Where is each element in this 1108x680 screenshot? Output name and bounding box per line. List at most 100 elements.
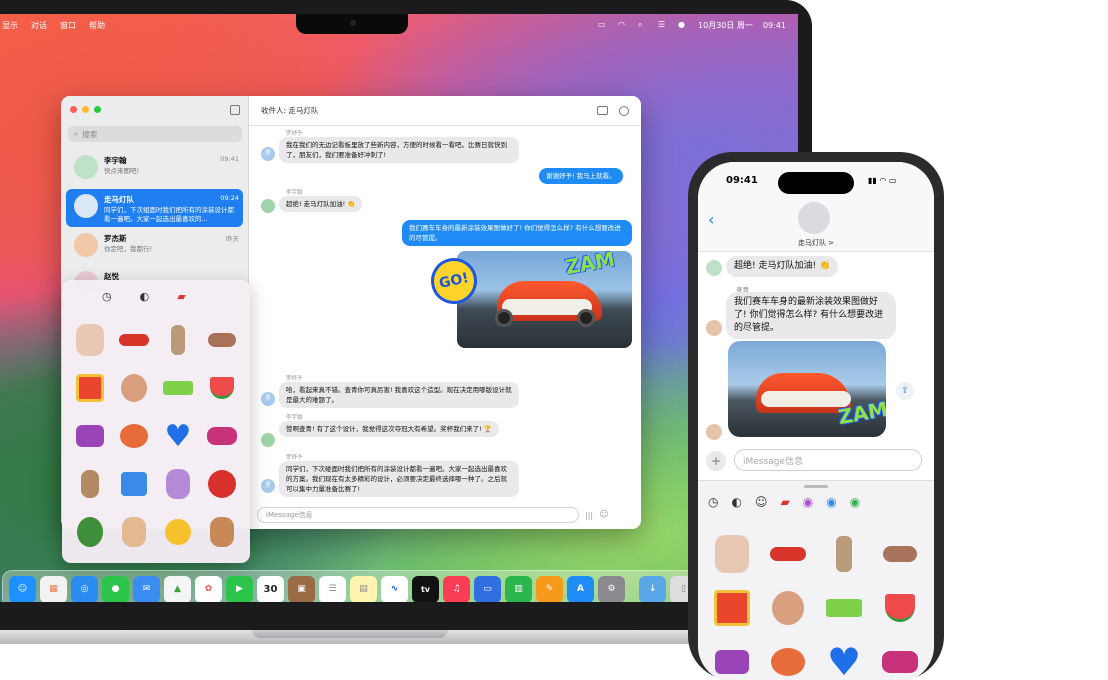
menu-view[interactable]: 显示 bbox=[2, 20, 18, 31]
zam-sticker[interactable]: ZAM bbox=[563, 251, 616, 279]
message-bubble[interactable]: 超绝! 走马灯队加油! 👏 bbox=[279, 196, 363, 212]
monster-sticker[interactable] bbox=[704, 635, 760, 680]
memoji-boy-sticker[interactable] bbox=[200, 508, 244, 556]
wifi-icon[interactable]: ◠ bbox=[618, 21, 628, 29]
imessage-input[interactable]: iMessage信息 bbox=[257, 507, 579, 523]
downloads-icon[interactable]: ↓ bbox=[639, 575, 666, 602]
system-settings-icon[interactable]: ⚙ bbox=[598, 575, 625, 602]
memoji-sticker[interactable] bbox=[112, 364, 156, 412]
group-avatar[interactable] bbox=[798, 202, 830, 234]
car-photo[interactable]: ZAM bbox=[728, 341, 886, 437]
message-bubble[interactable]: 超绝! 走马灯队加油! 👏 bbox=[726, 256, 839, 277]
minimize-button[interactable] bbox=[82, 106, 89, 113]
conversation-item[interactable]: 李宇翰 09:41 快点来图吧! bbox=[66, 150, 243, 188]
gift-sticker[interactable] bbox=[704, 581, 760, 635]
maps-icon[interactable]: ▲ bbox=[164, 575, 191, 602]
blue-heart-sticker[interactable]: ♥ bbox=[816, 635, 872, 680]
notes-icon[interactable]: ▤ bbox=[350, 575, 377, 602]
calendar-icon[interactable]: 30 bbox=[257, 575, 284, 602]
compose-icon[interactable] bbox=[230, 105, 240, 115]
keynote-icon[interactable]: ▭ bbox=[474, 575, 501, 602]
people-sticker[interactable] bbox=[704, 527, 760, 581]
zam-sticker-small[interactable] bbox=[156, 364, 200, 412]
photos-icon[interactable]: ✿ bbox=[195, 575, 222, 602]
close-button[interactable] bbox=[70, 106, 77, 113]
menubar-time[interactable]: 09:41 bbox=[763, 21, 786, 30]
menubar-date[interactable]: 10月30日 周一 bbox=[698, 20, 753, 31]
helmet-sticker[interactable] bbox=[200, 460, 244, 508]
imessage-input[interactable]: iMessage信息 bbox=[734, 449, 922, 471]
info-icon[interactable] bbox=[619, 106, 629, 116]
heart-hands-sticker[interactable] bbox=[200, 316, 244, 364]
person-sticker[interactable] bbox=[156, 460, 200, 508]
plus-button[interactable]: + bbox=[706, 451, 726, 471]
group-name[interactable]: 走马灯队 > bbox=[698, 238, 934, 248]
emoji-icon[interactable]: ☺ bbox=[599, 510, 608, 520]
drawer-handle[interactable] bbox=[804, 485, 828, 488]
conversation-item[interactable]: 罗杰斯 昨天 你定吧，我都行! bbox=[66, 228, 243, 266]
menu-help[interactable]: 帮助 bbox=[89, 20, 105, 31]
girl-sticker[interactable] bbox=[112, 508, 156, 556]
gift-sticker[interactable] bbox=[68, 364, 112, 412]
message-bubble[interactable]: 同学们，下次碰面时我们把所有的涂装设计都看一遍吧。大家一起选出最喜欢的方案。我们… bbox=[279, 461, 519, 497]
flowers-sticker[interactable] bbox=[112, 412, 156, 460]
siri-icon[interactable]: ● bbox=[678, 21, 688, 29]
message-bubble[interactable]: 我在我们的无边记看板里放了些新内容，方便的时候看一看吧。比赛日就快到了，朋友们，… bbox=[279, 137, 519, 163]
share-icon[interactable]: ⇪ bbox=[896, 382, 914, 400]
message-bubble[interactable]: 我们赛车车身的最新涂装效果图做好了! 你们觉得怎么样? 有什么想要改进的尽管提。 bbox=[726, 292, 896, 339]
conversation-item-selected[interactable]: 走马灯队 09:24 同学们，下次组面时我们把所有的涂装设计都看一遍吧。大家一起选… bbox=[66, 189, 243, 227]
car-sticker-tab-icon[interactable]: ▰ bbox=[177, 290, 185, 303]
people-sticker[interactable] bbox=[68, 316, 112, 364]
menu-window[interactable]: 窗口 bbox=[60, 20, 76, 31]
a-plus-sticker[interactable] bbox=[112, 460, 156, 508]
search-field[interactable]: ⌕ 搜索 bbox=[68, 126, 242, 142]
dragon-sticker[interactable] bbox=[872, 635, 928, 680]
app-store-icon[interactable]: A bbox=[567, 575, 594, 602]
messages-icon[interactable]: ● bbox=[102, 575, 129, 602]
dragon-sticker[interactable] bbox=[200, 412, 244, 460]
battery-icon[interactable]: ▭ bbox=[598, 21, 608, 29]
zam-sticker-small[interactable] bbox=[816, 581, 872, 635]
message-bubble-sent[interactable]: 谢谢妤予! 我马上就看。 bbox=[539, 168, 623, 184]
zoom-button[interactable] bbox=[94, 106, 101, 113]
monster-sticker[interactable] bbox=[68, 412, 112, 460]
music-icon[interactable]: ♫ bbox=[443, 575, 470, 602]
video-call-icon[interactable] bbox=[597, 106, 608, 115]
cat-sticker[interactable] bbox=[156, 316, 200, 364]
recent-icon[interactable]: ◷ bbox=[708, 495, 718, 509]
contacts-icon[interactable]: ▣ bbox=[288, 575, 315, 602]
app-sticker-tab-icon[interactable]: ◉ bbox=[826, 495, 836, 509]
laugh-emoji-sticker[interactable] bbox=[156, 508, 200, 556]
apple-tv-icon[interactable]: tv bbox=[412, 575, 439, 602]
sticker-icon[interactable]: ◐ bbox=[731, 495, 741, 509]
cat-sticker[interactable] bbox=[816, 527, 872, 581]
watermelon-sticker[interactable] bbox=[200, 364, 244, 412]
mail-icon[interactable]: ✉ bbox=[133, 575, 160, 602]
car-sticker-tab-icon[interactable]: ▰ bbox=[780, 495, 789, 509]
control-center-icon[interactable]: ☰ bbox=[658, 21, 668, 29]
message-bubble[interactable]: 赞啊查青! 有了这个设计，我觉得这次夺冠大有希望。奖杯我们来了! 🏆 bbox=[279, 421, 499, 437]
facetime-icon[interactable]: ▶ bbox=[226, 575, 253, 602]
watermelon-sticker[interactable] bbox=[872, 581, 928, 635]
freeform-icon[interactable]: ∿ bbox=[381, 575, 408, 602]
launchpad-icon[interactable]: ▦ bbox=[40, 575, 67, 602]
sticker-icon[interactable]: ◐ bbox=[140, 290, 150, 303]
menu-conversations[interactable]: 对话 bbox=[31, 20, 47, 31]
reminders-icon[interactable]: ☰ bbox=[319, 575, 346, 602]
red-car-sticker[interactable] bbox=[760, 527, 816, 581]
search-icon[interactable]: ⌕ bbox=[638, 21, 648, 29]
recent-icon[interactable]: ◷ bbox=[102, 290, 112, 303]
app-sticker-tab-icon[interactable]: ◉ bbox=[850, 495, 860, 509]
audio-icon[interactable]: ||| bbox=[585, 511, 593, 520]
message-bubble-sent[interactable]: 我们赛车车身的最新涂装效果图做好了! 你们觉得怎么样? 有什么想要改进的尽管提。 bbox=[402, 220, 632, 246]
safari-icon[interactable]: ◎ bbox=[71, 575, 98, 602]
back-chevron-icon[interactable]: ‹ bbox=[708, 210, 714, 229]
flowers-sticker[interactable] bbox=[760, 635, 816, 680]
car-photo[interactable]: ZAM bbox=[457, 251, 632, 348]
emoji-icon[interactable]: ☺ bbox=[755, 495, 768, 509]
pages-icon[interactable]: ✎ bbox=[536, 575, 563, 602]
blue-heart-sticker[interactable]: ♥ bbox=[156, 412, 200, 460]
bunny-sticker[interactable] bbox=[68, 460, 112, 508]
leaf-sticker[interactable] bbox=[68, 508, 112, 556]
app-sticker-tab-icon[interactable]: ◉ bbox=[803, 495, 813, 509]
